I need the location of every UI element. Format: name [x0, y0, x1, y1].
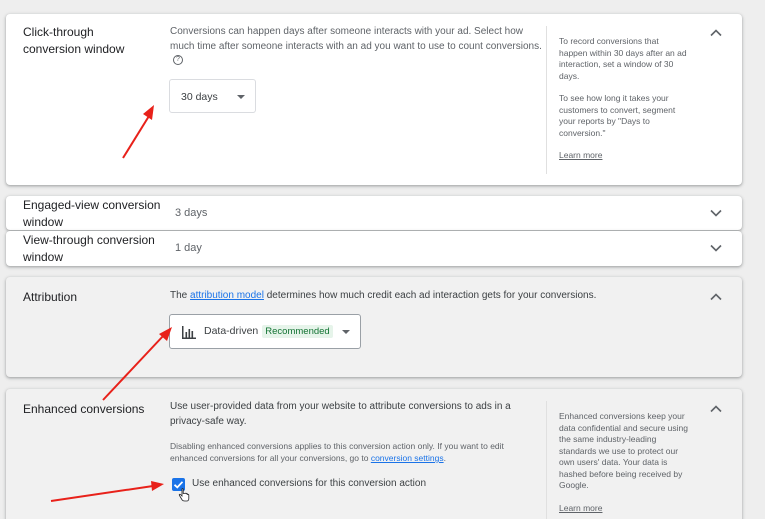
enhanced-side-text: Enhanced conversions keep your data conf… [559, 411, 689, 490]
chevron-up-icon[interactable] [709, 26, 723, 40]
enhanced-side-divider [546, 401, 547, 519]
chevron-down-icon[interactable] [709, 206, 723, 220]
attribution-model-select[interactable]: Data-driven Recommended [169, 314, 361, 349]
view-through-title: View-through conversion window [23, 233, 155, 264]
conversion-settings-link[interactable]: conversion settings [371, 453, 444, 463]
click-through-card: Click-through conversion window Conversi… [6, 14, 742, 185]
hand-cursor-icon [178, 488, 190, 502]
attribution-card: Attribution The attribution model determ… [6, 277, 742, 377]
enhanced-conversions-note: Disabling enhanced conversions applies t… [170, 440, 540, 464]
enhanced-conversions-description: Use user-provided data from your website… [170, 401, 511, 427]
attribution-desc-suffix: determines how much credit each ad inter… [266, 290, 597, 301]
engaged-view-card[interactable]: Engaged-view conversion window 3 days [6, 196, 742, 230]
click-through-side-para2: To see how long it takes your customers … [559, 93, 676, 138]
attribution-model-name: Data-driven [204, 325, 259, 337]
click-through-window-select[interactable]: 30 days [169, 79, 256, 113]
attribution-desc-prefix: The [170, 290, 188, 301]
recommended-badge: Recommended [262, 325, 333, 338]
enhanced-note-suffix: . [443, 453, 446, 463]
view-through-value: 1 day [175, 242, 202, 254]
dropdown-caret-icon [237, 95, 245, 99]
click-through-selected-value: 30 days [181, 91, 218, 103]
attribution-title: Attribution [23, 290, 78, 304]
enhanced-conversions-checkbox-label[interactable]: Use enhanced conversions for this conver… [192, 477, 532, 492]
engaged-view-title: Engaged-view conversion window [23, 198, 161, 229]
enhanced-learn-more-link[interactable]: Learn more [559, 503, 602, 515]
enhanced-conversions-title: Enhanced conversions [23, 402, 145, 416]
chevron-up-icon[interactable] [709, 290, 723, 304]
dropdown-caret-icon [342, 330, 350, 334]
attribution-selected-value: Data-driven Recommended [204, 325, 333, 338]
click-through-title: Click-through conversion window [23, 25, 125, 56]
click-through-side-divider [546, 26, 547, 174]
bar-chart-icon [182, 326, 196, 339]
enhanced-note-prefix: Disabling enhanced conversions applies t… [170, 441, 504, 463]
chevron-up-icon[interactable] [709, 402, 723, 416]
attribution-description: The attribution model determines how muc… [170, 289, 690, 304]
click-through-learn-more-link[interactable]: Learn more [559, 150, 602, 162]
click-through-description: Conversions can happen days after someon… [170, 25, 542, 69]
enhanced-conversions-card: Enhanced conversions Use user-provided d… [6, 389, 742, 519]
click-through-side-para1: To record conversions that happen within… [559, 36, 687, 81]
help-icon[interactable]: ? [173, 55, 183, 66]
engaged-view-value: 3 days [175, 207, 208, 219]
chevron-down-icon[interactable] [709, 241, 723, 255]
click-through-description-text: Conversions can happen days after someon… [170, 26, 542, 52]
attribution-model-link[interactable]: attribution model [190, 290, 264, 301]
view-through-card[interactable]: View-through conversion window 1 day [6, 231, 742, 266]
